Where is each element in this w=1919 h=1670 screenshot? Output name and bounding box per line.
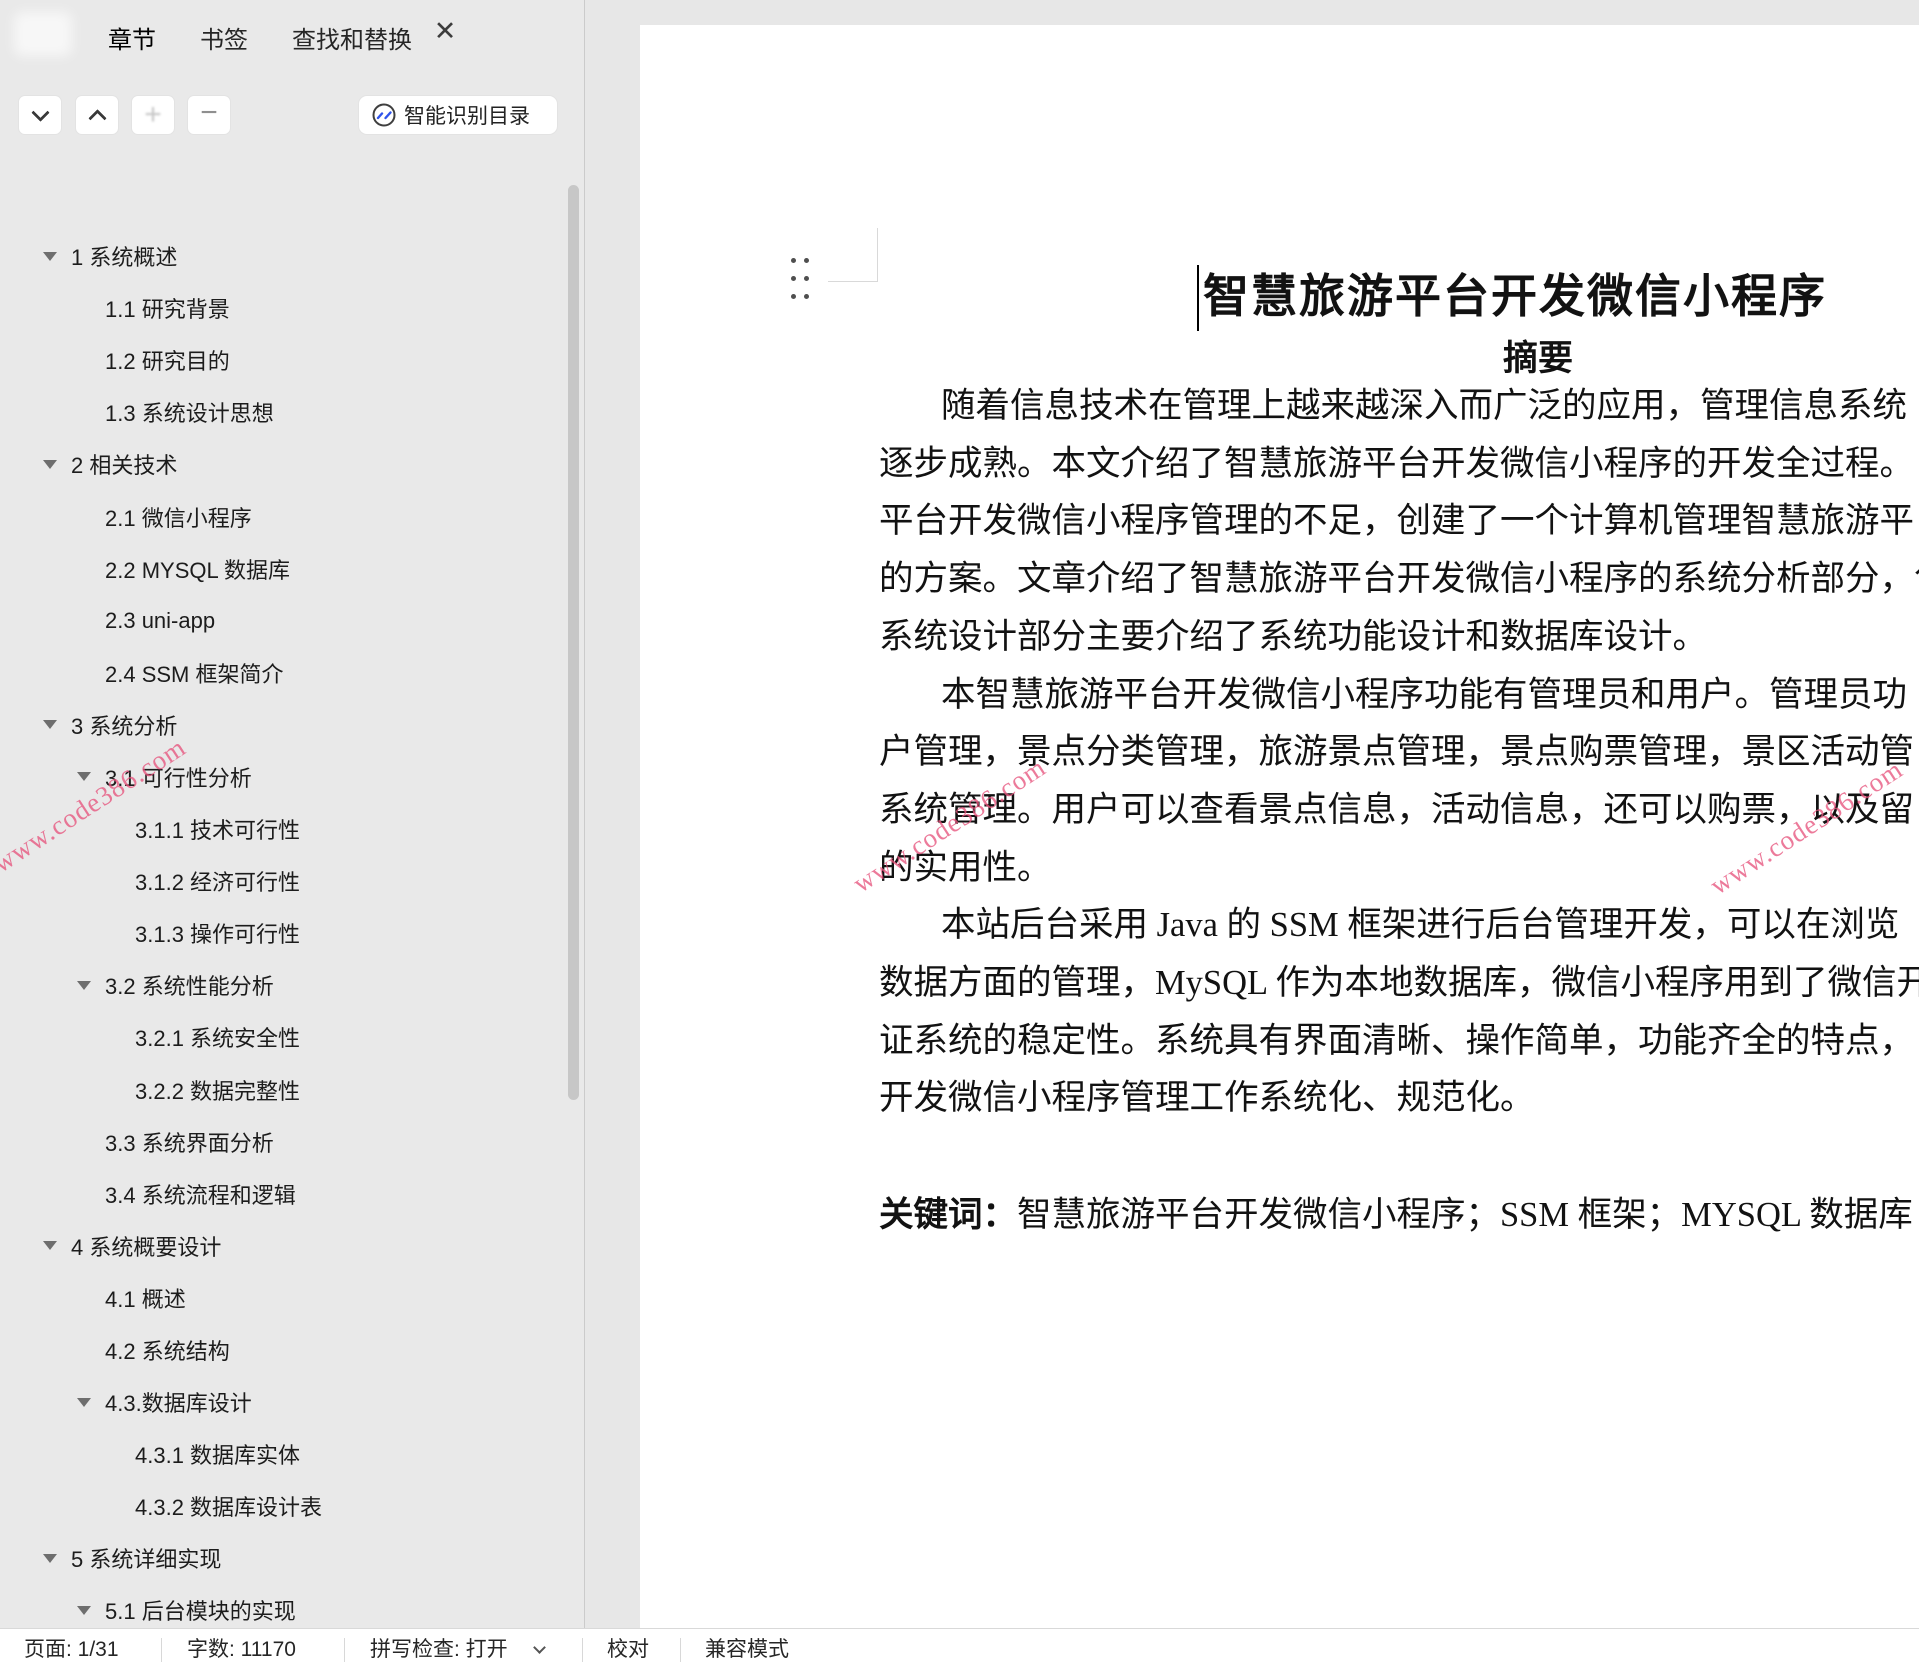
document-text-line[interactable]: 本智慧旅游平台开发微信小程序功能有管理员和用户。管理员功 xyxy=(941,672,1907,718)
document-text-line[interactable]: 开发微信小程序管理工作系统化、规范化。 xyxy=(879,1075,1535,1121)
document-text-line[interactable]: 逐步成熟。本文介绍了智慧旅游平台开发微信小程序的开发全过程。 xyxy=(879,441,1914,487)
divider xyxy=(680,1638,681,1662)
divider xyxy=(582,1638,583,1662)
spell-check-toggle[interactable]: 拼写检查: 打开 xyxy=(370,1629,508,1670)
document-title[interactable]: 智慧旅游平台开发微信小程序 xyxy=(1203,262,1827,332)
compatibility-mode-button[interactable]: 兼容模式 xyxy=(705,1629,789,1670)
document-text-line[interactable]: 数据方面的管理，MySQL 作为本地数据库，微信小程序用到了微信开 xyxy=(879,960,1919,1006)
paragraph-drag-handle-icon[interactable] xyxy=(791,258,811,304)
status-bar: 页面: 1/31 字数: 11170 拼写检查: 打开 校对 兼容模式 xyxy=(0,1628,1919,1670)
divider xyxy=(161,1638,162,1662)
divider xyxy=(344,1638,345,1662)
document-text-line[interactable]: 本站后台采用 Java 的 SSM 框架进行后台管理开发，可以在浏览 xyxy=(941,902,1899,948)
text-cursor xyxy=(1197,265,1199,331)
document-text-line[interactable]: 系统管理。用户可以查看景点信息，活动信息，还可以购票，以及留 xyxy=(879,787,1914,833)
document-text-line[interactable]: 证系统的稳定性。系统具有界面清晰、操作简单，功能齐全的特点， xyxy=(879,1018,1914,1064)
chevron-down-icon[interactable] xyxy=(533,1641,546,1654)
page-indicator[interactable]: 页面: 1/31 xyxy=(24,1629,119,1670)
proofread-button[interactable]: 校对 xyxy=(607,1629,649,1670)
keywords-line[interactable]: 关键词：智慧旅游平台开发微信小程序；SSM 框架；MYSQL 数据库 xyxy=(879,1192,1913,1238)
document-text-line[interactable]: 的方案。文章介绍了智慧旅游平台开发微信小程序的系统分析部分，包 xyxy=(879,556,1919,602)
word-count[interactable]: 字数: 11170 xyxy=(187,1629,296,1670)
app-window: 章节 书签 查找和替换 ✕ + − 智能识别目录 1 系统概述1.1 研究背景1… xyxy=(0,0,1919,1670)
abstract-heading[interactable]: 摘要 xyxy=(1503,330,1573,381)
document-text-line[interactable]: 平台开发微信小程序管理的不足，创建了一个计算机管理智慧旅游平 xyxy=(879,498,1914,544)
keywords-label: 关键词： xyxy=(879,1196,1017,1234)
anchor-corner-mark xyxy=(828,228,878,282)
document-text-line[interactable]: 系统设计部分主要介绍了系统功能设计和数据库设计。 xyxy=(879,614,1707,660)
keywords-text: 智慧旅游平台开发微信小程序；SSM 框架；MYSQL 数据库 xyxy=(1017,1196,1913,1234)
document-text-line[interactable]: 随着信息技术在管理上越来越深入而广泛的应用，管理信息系统 xyxy=(941,383,1907,429)
